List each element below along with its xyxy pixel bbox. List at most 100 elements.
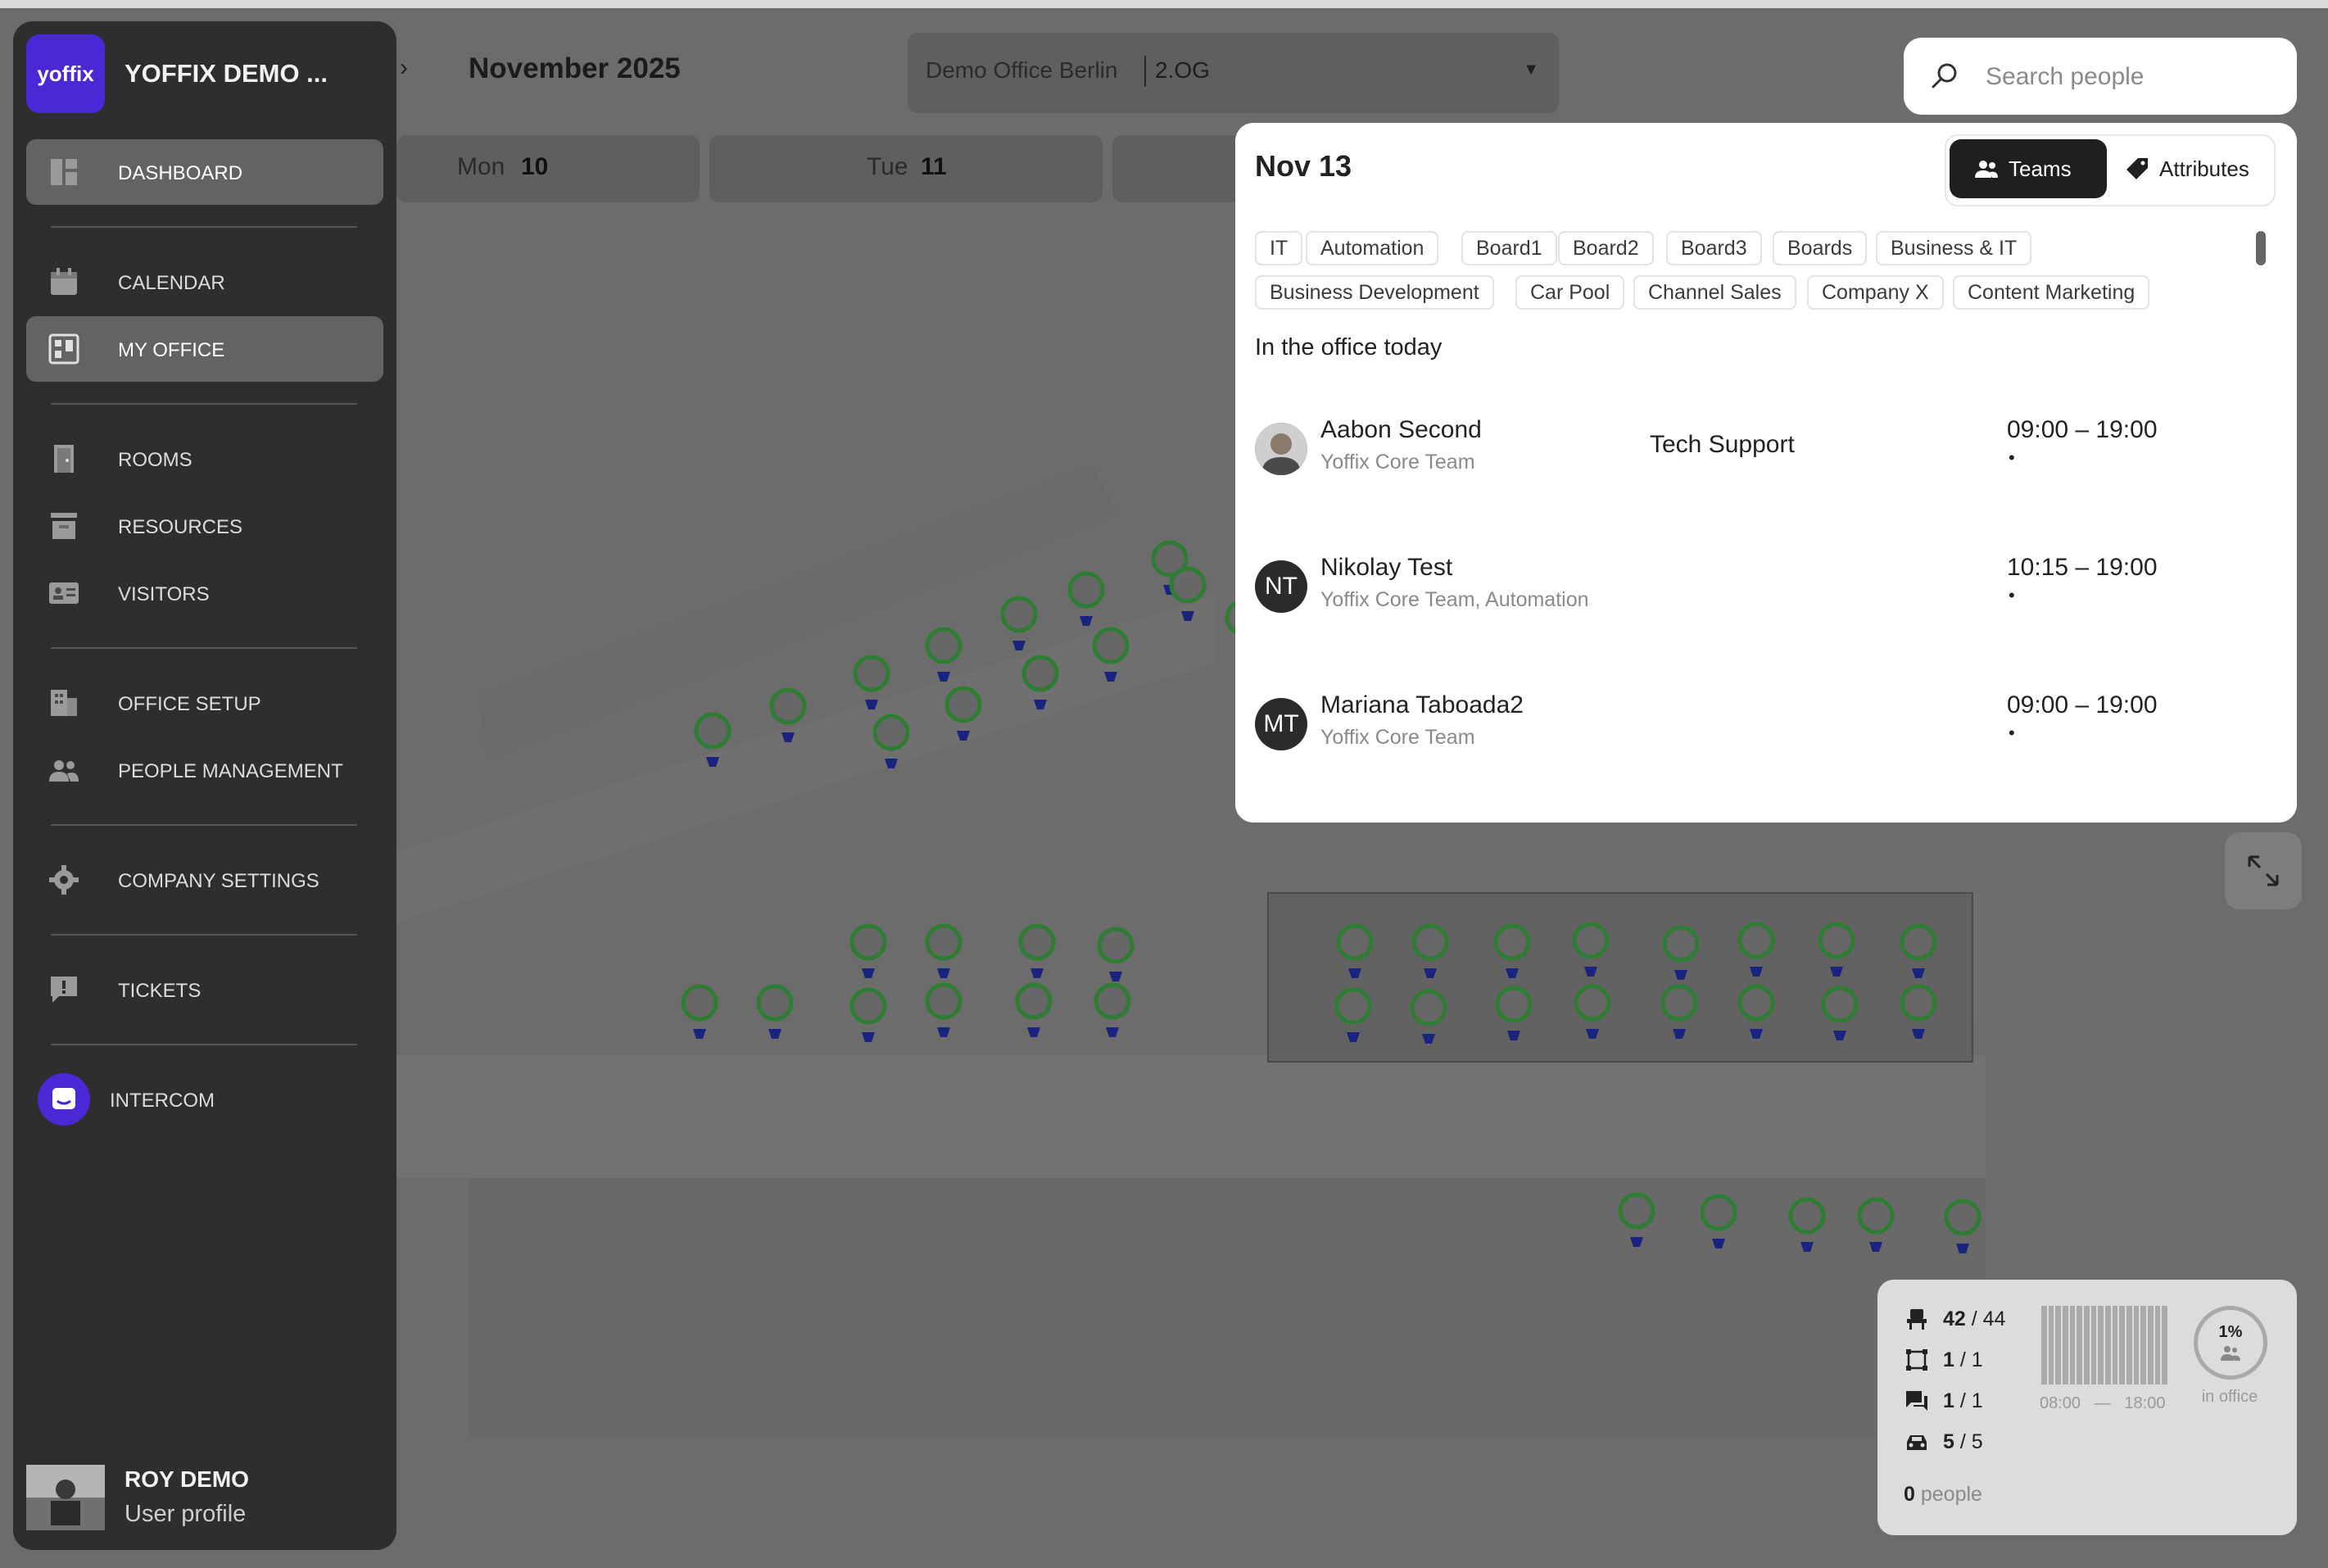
meeting-total: / 1 [1959, 1389, 1983, 1412]
timeline-bar [2119, 1306, 2126, 1384]
desks-used: 42 [1943, 1307, 1966, 1330]
sidebar-divider [51, 647, 357, 649]
person-avatar-initials: NT [1255, 560, 1307, 613]
lower-floor-area [470, 1178, 1986, 1440]
teams-toggle-button[interactable]: Teams [1950, 139, 2107, 198]
timeline-bar [2069, 1306, 2076, 1384]
sidebar-item-label: VISITORS [118, 583, 210, 605]
rooms-used: 1 [1943, 1348, 1954, 1371]
ticket-icon [51, 977, 77, 1003]
sidebar-item-office-setup[interactable]: OFFICE SETUP [26, 670, 383, 736]
expand-icon [2248, 855, 2279, 886]
search-input[interactable] [1984, 59, 2282, 95]
day-tab-wed[interactable] [1112, 135, 1243, 202]
sidebar-item-label: MY OFFICE [118, 339, 225, 361]
timeline-bar [2126, 1306, 2132, 1384]
intercom-label[interactable]: INTERCOM [110, 1090, 215, 1113]
person-time: 09:00 – 19:00 [2007, 691, 2158, 718]
tag-icon [2126, 158, 2148, 179]
team-filter-chip[interactable]: Business & IT [1876, 231, 2032, 265]
people-count-value: 0 [1904, 1483, 1915, 1506]
search-box[interactable] [1904, 38, 2297, 115]
sidebar-item-people-management[interactable]: PEOPLE MANAGEMENT [26, 737, 383, 803]
day-tab-mon[interactable]: Mon 10 [396, 135, 700, 202]
sidebar-item-company-settings[interactable]: COMPANY SETTINGS [26, 847, 383, 913]
desk-pins-left-cluster [683, 926, 1132, 1042]
sidebar-item-tickets[interactable]: TICKETS [26, 957, 383, 1022]
team-filter-chip[interactable]: Company X [1807, 275, 1944, 310]
sidebar-item-rooms[interactable]: ROOMS [26, 426, 383, 492]
sidebar-item-resources[interactable]: RESOURCES [26, 493, 383, 559]
timeline-bar [2055, 1306, 2062, 1384]
team-filter-chip[interactable]: Boards [1773, 231, 1868, 265]
person-row[interactable]: NT Nikolay Test Yoffix Core Team, Automa… [1255, 554, 2271, 628]
timeline-bar [2098, 1306, 2104, 1384]
profile-name[interactable]: ROY DEMO [125, 1466, 249, 1493]
sidebar-item-calendar[interactable]: CALENDAR [26, 249, 383, 315]
company-name[interactable]: YOFFIX DEMO ... [125, 59, 328, 88]
sidebar-divider [51, 824, 357, 826]
sidebar-item-dashboard[interactable]: DASHBOARD [26, 139, 383, 205]
timeline-bar [2105, 1306, 2111, 1384]
occupancy-timeline-bars [2041, 1306, 2168, 1384]
visitor-card-icon [49, 582, 79, 604]
sidebar-item-label: TICKETS [118, 980, 202, 1002]
day-name: Mon [457, 153, 505, 180]
resources-icon [51, 513, 77, 539]
calendar-icon [51, 268, 77, 295]
chat-icon [1906, 1391, 1927, 1411]
door-icon [54, 445, 74, 473]
people-icon [2221, 1346, 2240, 1361]
timeline-bar [2090, 1306, 2097, 1384]
timeline-bar [2063, 1306, 2068, 1384]
occupancy-stats-card: 42 / 44 1 / 1 1 / 1 5 / 5 08:00 — 18:00 … [1877, 1280, 2297, 1535]
desk-stat: 42 / 44 [1904, 1304, 2005, 1334]
meeting-used: 1 [1943, 1389, 1954, 1412]
expand-map-button[interactable] [2225, 832, 2302, 909]
time-dash: — [2094, 1394, 2111, 1412]
sidebar-item-my-office[interactable]: MY OFFICE [26, 316, 383, 382]
team-filter-chip[interactable]: Channel Sales [1633, 275, 1796, 310]
team-filter-chip[interactable]: Board1 [1461, 231, 1557, 265]
person-team: Yoffix Core Team [1320, 726, 1475, 749]
team-filter-chip[interactable]: Car Pool [1515, 275, 1625, 310]
person-row[interactable]: Aabon Second Yoffix Core Team Tech Suppo… [1255, 416, 2271, 490]
team-filter-chip[interactable]: IT [1255, 231, 1303, 265]
gear-icon [49, 865, 79, 895]
desks-total: / 44 [1971, 1307, 2006, 1330]
timeline-bar [2140, 1306, 2147, 1384]
room-stat: 1 / 1 [1904, 1345, 1983, 1375]
teams-label: Teams [2009, 156, 2072, 181]
company-logo[interactable]: yoffix [26, 34, 105, 113]
person-time: 09:00 – 19:00 [2007, 416, 2158, 443]
team-filter-chip[interactable]: Business Development [1255, 275, 1494, 310]
expand-sidebar-chevron-icon[interactable]: › [400, 54, 408, 82]
attributes-toggle-button[interactable]: Attributes [2112, 139, 2272, 198]
in-office-today-heading: In the office today [1255, 334, 1443, 360]
person-avatar-initials: MT [1255, 698, 1307, 750]
chair-icon [1907, 1309, 1927, 1330]
location-floor-select[interactable]: Demo Office Berlin 2.OG ▼ [908, 33, 1559, 113]
rooms-total: / 1 [1959, 1348, 1983, 1371]
team-filter-chip[interactable]: Board2 [1558, 231, 1654, 265]
profile-avatar[interactable] [26, 1465, 105, 1530]
timeline-bar [2148, 1306, 2154, 1384]
sidebar-item-label: DASHBOARD [118, 162, 243, 184]
teams-attributes-toggle: Teams Attributes [1945, 134, 2276, 206]
team-filter-chip[interactable]: Board3 [1666, 231, 1762, 265]
day-number: 11 [921, 153, 947, 180]
tags-scrollbar[interactable] [2256, 231, 2266, 265]
time-start: 08:00 [2040, 1394, 2081, 1412]
team-filter-chip[interactable]: Content Marketing [1953, 275, 2150, 310]
day-tab-tue[interactable]: Tue 11 [709, 135, 1103, 202]
day-number: 10 [521, 153, 549, 180]
sidebar-divider [51, 1044, 357, 1045]
intercom-icon[interactable] [38, 1073, 90, 1126]
parking-total: / 5 [1959, 1430, 1983, 1453]
sidebar-item-visitors[interactable]: VISITORS [26, 560, 383, 626]
person-row[interactable]: MT Mariana Taboada2 Yoffix Core Team 09:… [1255, 691, 2271, 765]
person-name: Mariana Taboada2 [1320, 691, 1524, 718]
timeline-bar [2162, 1306, 2168, 1384]
team-filter-chip[interactable]: Automation [1306, 231, 1439, 265]
caret-down-icon: ▼ [1523, 61, 1539, 79]
